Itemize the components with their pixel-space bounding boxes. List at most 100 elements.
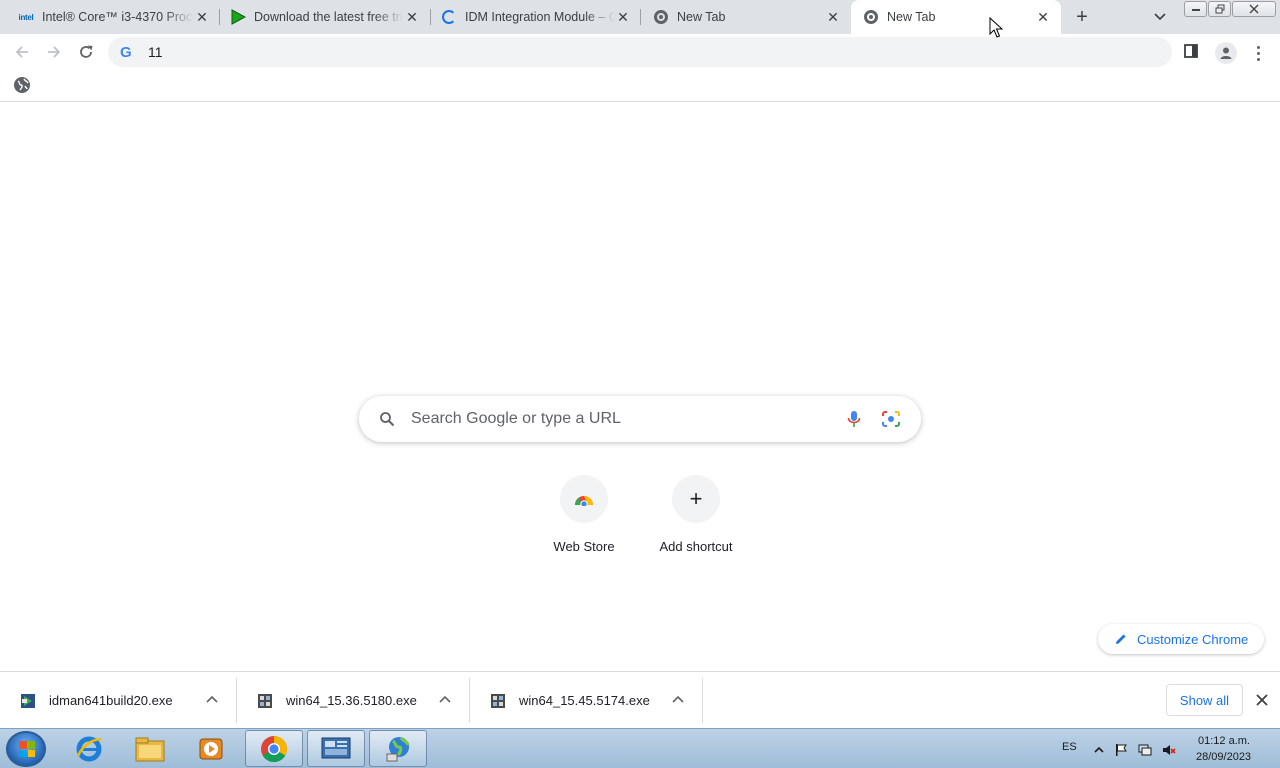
omnibox-text[interactable]: 11 [148,44,163,60]
language-indicator[interactable]: ES [1062,741,1077,753]
plus-icon[interactable]: + [672,475,720,523]
tab-new-tab-active[interactable]: New Tab ✕ [851,0,1061,34]
chrome-icon [261,735,288,762]
search-icon [380,412,395,427]
minimize-button[interactable] [1184,1,1207,17]
chevron-up-icon[interactable] [671,692,685,706]
media-player-icon [199,738,223,759]
chevron-up-icon[interactable] [1092,743,1106,757]
new-tab-page: Search Google or type a URL Web Store + … [0,103,1280,671]
download-filename: win64_15.36.5180.exe [286,693,417,708]
tab-title: New Tab [887,10,936,24]
globe-icon[interactable] [14,77,30,93]
show-all-button[interactable]: Show all [1166,684,1243,716]
play-triangle-icon [230,9,246,25]
windows-logo-icon [19,741,35,757]
restore-icon [1215,4,1224,14]
taskbar-network-app[interactable] [369,730,427,767]
taskbar-internet-explorer[interactable] [60,730,118,767]
close-tab-icon[interactable]: ✕ [825,9,841,25]
close-tab-icon[interactable]: ✕ [1035,9,1051,25]
new-tab-button[interactable]: + [1071,6,1093,28]
side-panel-icon [1184,44,1198,58]
profile-button[interactable] [1215,42,1237,64]
shortcut-label: Add shortcut [659,539,733,554]
taskbar-control-panel[interactable] [307,730,365,767]
chevron-down-icon [1154,13,1166,21]
toolbar: G 11 [0,34,1280,70]
download-shelf: idman641build20.exe win64_15.36.5180.exe… [0,671,1280,728]
microphone-icon[interactable] [846,410,862,428]
installer-icon [258,693,272,708]
restore-button[interactable] [1208,1,1231,17]
tab-title: New Tab [677,10,726,24]
taskbar-media-player[interactable] [182,730,240,767]
mouse-cursor-icon [989,17,1003,38]
search-input[interactable]: Search Google or type a URL [411,410,621,428]
start-button[interactable] [6,731,46,767]
close-window-button[interactable] [1232,1,1276,17]
chrome-icon [653,9,669,25]
tab-title: Download the latest free trial [254,10,404,24]
tab-title: IDM Integration Module – Chrome [465,10,615,24]
chevron-up-icon[interactable] [438,692,452,706]
network-icon[interactable] [1138,743,1152,757]
download-item[interactable]: win64_15.45.5174.exe [470,678,703,723]
google-g-icon: G [120,43,132,61]
speaker-muted-icon[interactable] [1162,743,1176,757]
close-icon [1256,694,1268,706]
reload-icon [80,45,93,58]
menu-dot [1256,45,1260,49]
shortcut-label: Web Store [553,539,615,554]
clock-date[interactable]: 28/09/2023 [1196,751,1251,763]
shortcut-tile[interactable] [560,475,608,523]
tab-new-tab[interactable]: New Tab ✕ [641,0,851,34]
tab-intel[interactable]: intel Intel® Core™ i3-4370 Processor ✕ [0,0,220,34]
download-filename: win64_15.45.5174.exe [519,693,650,708]
close-tab-icon[interactable]: ✕ [404,9,420,25]
installer-icon [491,693,505,708]
menu-button[interactable] [1250,42,1266,64]
reload-button[interactable] [73,39,99,65]
download-item[interactable]: win64_15.36.5180.exe [237,678,470,723]
tab-title: Intel® Core™ i3-4370 Processor [42,10,194,24]
loading-spinner-icon [441,9,457,25]
search-box[interactable]: Search Google or type a URL [359,396,921,442]
close-shelf-button[interactable] [1254,692,1270,708]
shortcut-add[interactable]: + Add shortcut [640,475,752,565]
globe-network-icon [386,736,410,761]
customize-chrome-button[interactable]: Customize Chrome [1098,624,1264,654]
tab-search-button[interactable] [1150,8,1170,26]
taskbar: ES 01:12 a.m. 28/09/2023 [0,728,1280,768]
tab-idm-integration[interactable]: IDM Integration Module – Chrome ✕ [431,0,641,34]
bookmarks-bar [0,70,1280,102]
chevron-up-icon[interactable] [205,692,219,706]
forward-arrow-icon [48,46,61,58]
taskbar-chrome[interactable] [245,730,303,767]
menu-dot [1256,57,1260,61]
action-center-flag-icon[interactable] [1114,743,1128,757]
omnibox[interactable]: G 11 [108,37,1172,67]
close-tab-icon[interactable]: ✕ [194,9,210,25]
web-store-icon [575,496,593,506]
download-item[interactable]: idman641build20.exe [0,678,237,723]
internet-explorer-icon [76,736,102,761]
idm-installer-icon [21,693,35,708]
menu-dot [1256,51,1260,55]
forward-button[interactable] [41,39,67,65]
close-tab-icon[interactable]: ✕ [615,9,631,25]
back-button[interactable] [9,39,35,65]
clock-time[interactable]: 01:12 a.m. [1198,735,1250,747]
shortcut-web-store[interactable]: Web Store [528,475,640,565]
close-icon [1249,4,1259,14]
download-filename: idman641build20.exe [49,693,173,708]
folder-icon [135,737,165,761]
side-panel-button[interactable] [1183,43,1203,61]
lens-camera-icon[interactable] [881,410,901,428]
customize-label: Customize Chrome [1137,631,1249,647]
control-panel-icon [321,737,351,758]
intel-logo-icon: intel [18,12,34,22]
minimize-icon [1191,9,1200,11]
taskbar-file-explorer[interactable] [121,730,179,767]
tab-download-trial[interactable]: Download the latest free trial ✕ [220,0,430,34]
